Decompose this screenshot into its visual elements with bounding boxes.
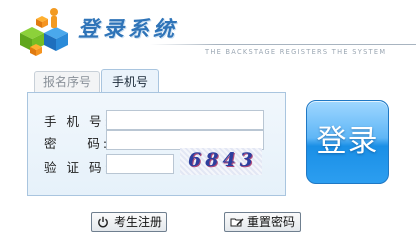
reset-password-button-label: 重置密码 [247, 215, 296, 229]
colored-cubes-logo-icon [20, 8, 68, 56]
register-button[interactable]: 考生注册 [91, 212, 167, 232]
power-icon [98, 216, 108, 228]
phone-label: 手 机 号: [44, 114, 112, 129]
register-button-label: 考生注册 [114, 215, 163, 229]
header-divider [150, 44, 416, 45]
captcha-image[interactable]: 6843 [180, 148, 262, 175]
login-button[interactable]: 登录 [306, 100, 389, 184]
password-label: 密 码: [44, 136, 111, 151]
header-tagline: THE BACKSTAGE REGISTERS THE SYSTEM [205, 48, 387, 56]
captcha-input[interactable] [106, 154, 174, 174]
reset-password-button[interactable]: 重置密码 [224, 212, 301, 232]
captcha-label: 验 证 码: [44, 160, 112, 175]
tab-phone-number[interactable]: 手机号 [101, 69, 159, 93]
app-title: 登录系统 [78, 16, 178, 41]
header: 登录系统 THE BACKSTAGE REGISTERS THE SYSTEM [0, 0, 416, 66]
login-window: 登录系统 THE BACKSTAGE REGISTERS THE SYSTEM … [0, 0, 416, 242]
folder-edit-icon [230, 218, 244, 227]
phone-input[interactable] [106, 110, 264, 130]
password-input[interactable] [106, 130, 264, 150]
captcha-code: 6843 [188, 149, 257, 171]
tab-registration-number[interactable]: 报名序号 [34, 71, 100, 92]
